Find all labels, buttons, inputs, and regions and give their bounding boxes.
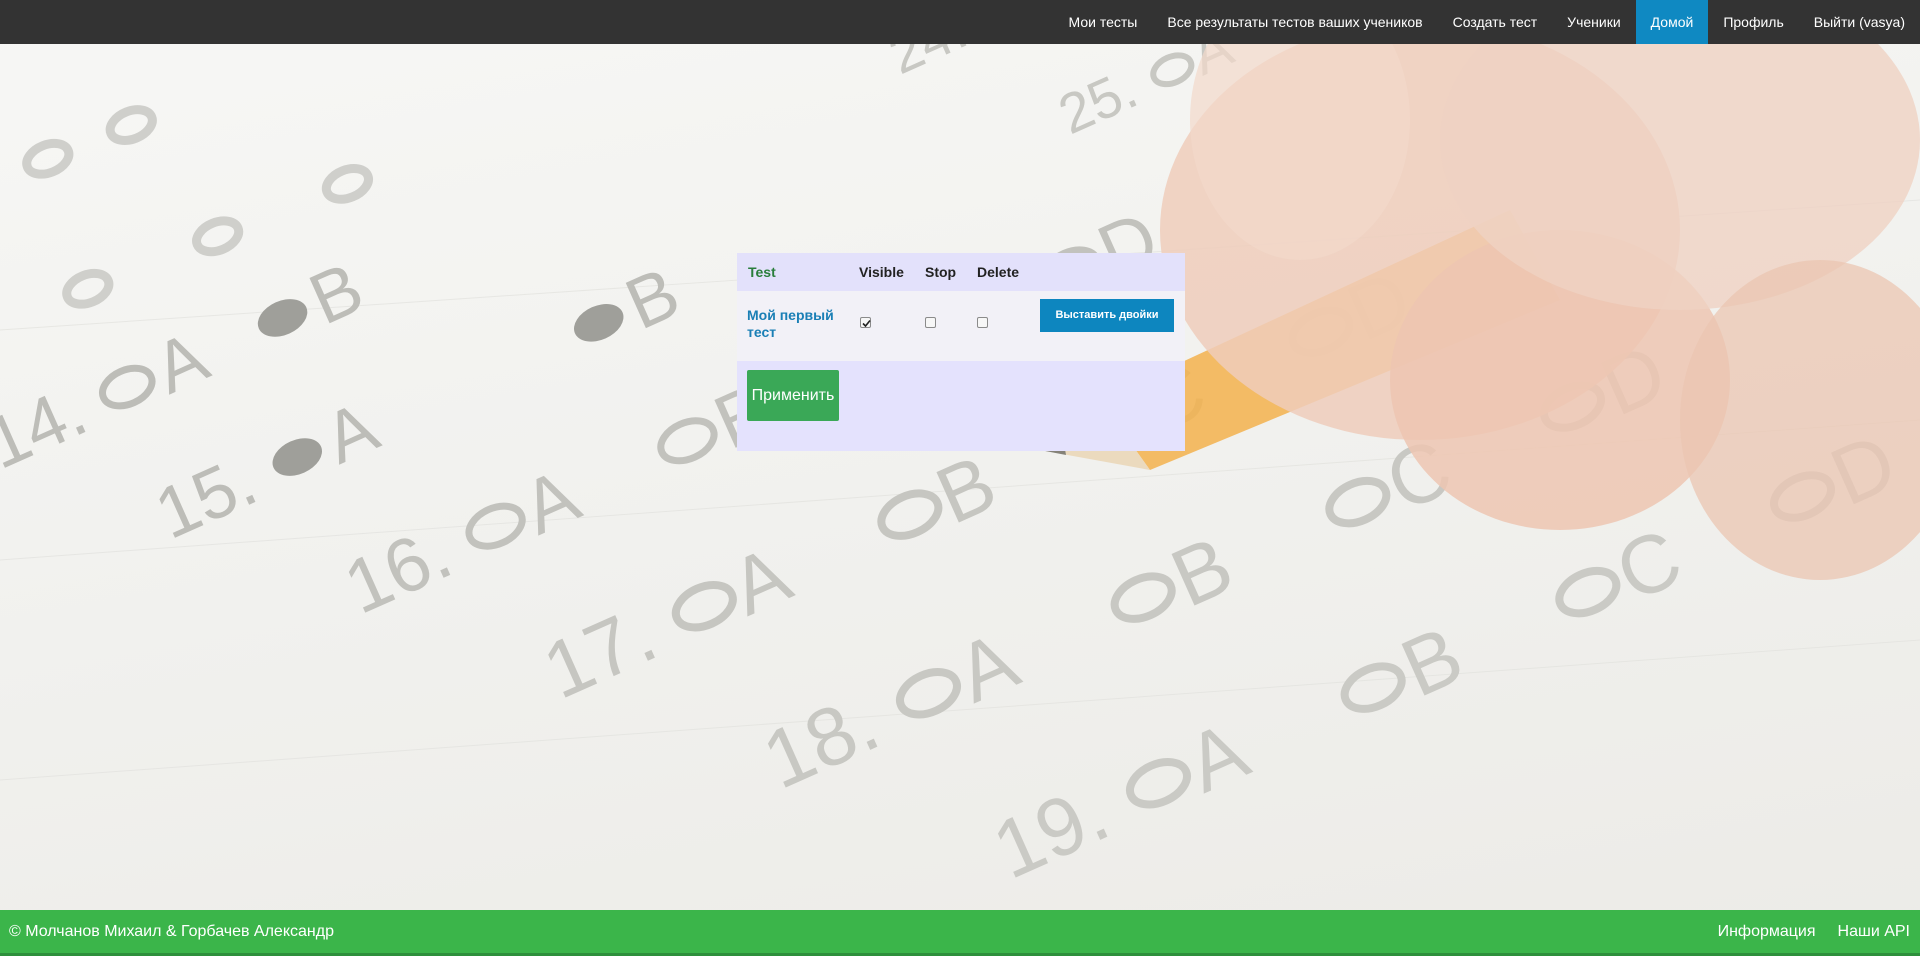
sheet-row-15-number: 15. [144, 441, 268, 555]
footer-link-info[interactable]: Информация [1718, 910, 1816, 954]
apply-button[interactable]: Применить [747, 370, 839, 421]
footer-links: Информация Наши API [1696, 910, 1910, 954]
nav-my-tests[interactable]: Мои тесты [1054, 0, 1153, 44]
set-failing-grades-button[interactable]: Выставить двойки [1040, 299, 1174, 332]
sheet-row-17-number: 17. [531, 589, 669, 716]
nav-profile[interactable]: Профиль [1708, 0, 1798, 44]
header-visible: Visible [859, 264, 904, 280]
test-name-link[interactable]: Мой первый тест [747, 307, 847, 341]
sheet-row-18-a: A [944, 615, 1031, 721]
sheet-row-16-a: A [510, 453, 591, 551]
header-test: Test [748, 264, 776, 280]
header-delete: Delete [977, 264, 1020, 280]
copyright-text: © Молчанов Михаил & Горбачев Александр [9, 923, 334, 940]
top-navbar: Мои тесты Все результаты тестов ваших уч… [0, 0, 1920, 44]
nav-menu: Мои тесты Все результаты тестов ваших уч… [1054, 0, 1920, 44]
sheet-row-18-number: 18. [750, 677, 891, 807]
sheet-row-25-number: 25. [1049, 57, 1146, 146]
footer: © Молчанов Михаил & Горбачев Александр И… [0, 910, 1920, 956]
background-answer-sheet: 14. A B 15. A B 16. A B C D 17 [0, 0, 1920, 956]
nav-students[interactable]: Ученики [1552, 0, 1635, 44]
sheet-row-14-b: B [298, 248, 374, 341]
sheet-row-14-number: 14. [0, 371, 98, 485]
header-stop: Stop [925, 264, 957, 280]
tests-panel: Test Visible Stop Delete Мой первый тест… [737, 253, 1185, 451]
checkmark-icon [862, 319, 871, 328]
sheet-row-17-a: A [718, 529, 804, 632]
nav-logout[interactable]: Выйти (vasya) [1799, 0, 1920, 44]
sheet-row-14-a: A [143, 317, 219, 410]
sheet-row-19-a: A [1174, 705, 1261, 811]
stop-checkbox[interactable] [925, 317, 936, 328]
nav-create-test[interactable]: Создать тест [1438, 0, 1553, 44]
sheet-row-17-b: B [924, 438, 1009, 541]
sheet-row-15-a: A [313, 387, 389, 480]
tests-table-header: Test Visible Stop Delete [737, 253, 1185, 291]
nav-home[interactable]: Домой [1635, 0, 1709, 44]
answer-sheet-illustration: 14. A B 15. A B 16. A B C D 17 [0, 0, 1920, 897]
sheet-row-19-b: B [1389, 609, 1476, 714]
sheet-row-19-c: C [1603, 512, 1694, 619]
delete-checkbox[interactable] [977, 317, 988, 328]
sheet-row-15-b: B [614, 253, 690, 346]
sheet-row-19-number: 19. [980, 767, 1121, 897]
sheet-row-18-b: B [1159, 519, 1246, 624]
nav-all-results[interactable]: Все результаты тестов ваших учеников [1152, 0, 1437, 44]
visible-checkbox[interactable] [860, 317, 871, 328]
footer-link-api[interactable]: Наши API [1838, 910, 1910, 954]
